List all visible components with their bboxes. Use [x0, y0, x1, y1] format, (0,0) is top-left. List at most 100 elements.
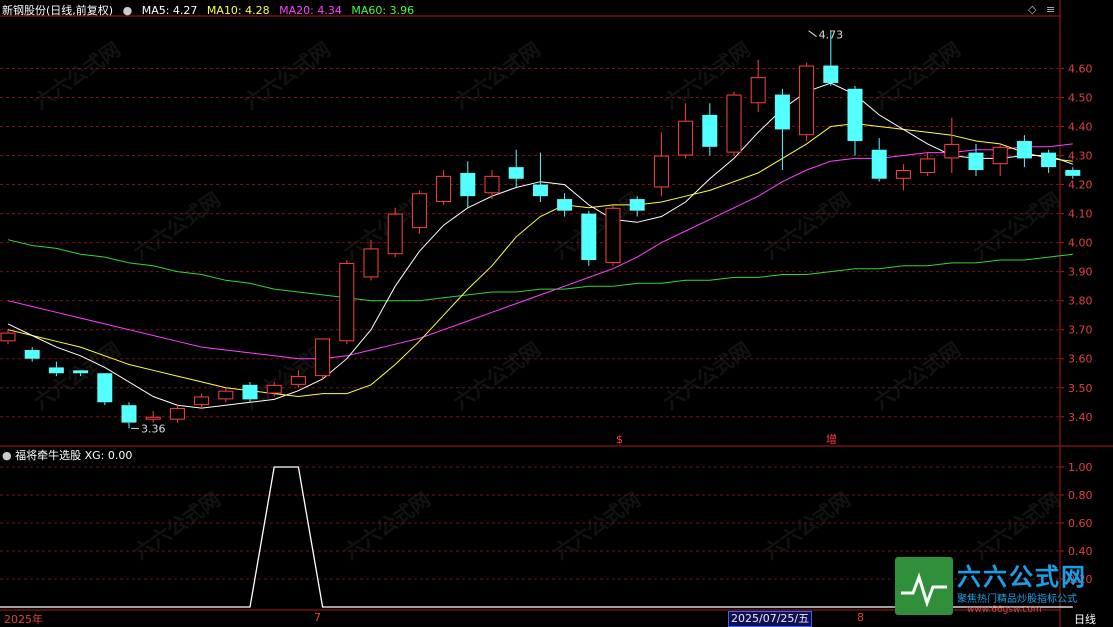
candle-body	[460, 172, 476, 197]
candle-body	[750, 77, 766, 104]
candle	[920, 152, 936, 176]
price-tick-label: 4.20	[1068, 179, 1093, 192]
candle-body	[73, 370, 89, 374]
price-tick-label: 4.60	[1068, 62, 1093, 75]
candle-body	[847, 88, 863, 142]
candle	[557, 193, 573, 217]
price-tick-label: 4.40	[1068, 121, 1093, 134]
candle	[799, 62, 815, 142]
site-logo: 六六公式网 聚焦热门精品炒股指标公式 www.66gsw.com	[895, 557, 1109, 617]
candle	[24, 347, 40, 362]
indicator-header: ● 福将牵牛选股 XG: 0.00	[2, 447, 132, 463]
indicator-tick-label: 0.60	[1068, 517, 1093, 530]
chart-header: 新钢股份(日线,前复权) ● MA5: 4.27 MA10: 4.28 MA20…	[2, 2, 420, 18]
candle-body	[1065, 170, 1081, 176]
month-label-7: 7	[314, 611, 321, 624]
month-label-8: 8	[857, 611, 864, 624]
indicator-tick-label: 1.00	[1068, 461, 1093, 474]
candle	[1065, 167, 1081, 179]
logo-mark-icon	[895, 557, 953, 615]
watermark-text: 六六公式网	[449, 337, 545, 414]
price-tick-label: 3.40	[1068, 411, 1093, 424]
pulse-icon	[901, 572, 947, 608]
candle-body	[726, 94, 742, 153]
candle-body	[871, 149, 887, 179]
candle	[0, 329, 16, 345]
ma60-label: MA60: 3.96	[351, 4, 415, 17]
candle-body	[653, 155, 669, 188]
candle	[436, 170, 452, 205]
price-tick-label: 4.10	[1068, 208, 1093, 221]
ma20-label: MA20: 4.34	[279, 4, 342, 17]
candle-body	[702, 114, 718, 147]
stock-title: 新钢股份(日线,前复权)	[2, 4, 114, 17]
candle-body	[290, 376, 306, 385]
candle	[460, 161, 476, 208]
watermark-text: 六六公式网	[659, 337, 755, 414]
candle	[702, 103, 718, 156]
candle-body	[968, 152, 984, 171]
candle	[581, 210, 597, 266]
candle	[387, 207, 403, 258]
candle	[339, 260, 355, 345]
candle-body	[508, 167, 524, 179]
candle-body	[678, 120, 694, 156]
candle	[847, 85, 863, 156]
signal-marker-zeng: 增	[826, 432, 837, 446]
year-label: 2025年	[4, 613, 43, 626]
ma10-label: MA10: 4.28	[206, 4, 270, 17]
price-tick-label: 3.90	[1068, 266, 1093, 279]
candle-body	[1041, 152, 1057, 168]
candle	[653, 132, 669, 197]
price-tick-label: 3.50	[1068, 382, 1093, 395]
price-tick-label: 4.30	[1068, 150, 1093, 163]
candle-body	[581, 213, 597, 261]
candle	[605, 204, 621, 266]
watermark-text: 六六公式网	[759, 487, 855, 564]
kline-chart[interactable]: 六六公式网 六六公式网 六六公式网 六六公式网 六六公式网六六公式网 六六公式网 六六公式网…	[0, 0, 1113, 627]
chevron-down-icon[interactable]: ●	[123, 4, 133, 17]
candle	[871, 138, 887, 182]
candle-body	[605, 207, 621, 263]
diamond-icon[interactable]: ◇	[1028, 3, 1036, 16]
signal-marker-s: $	[616, 433, 623, 446]
logo-name: 六六公式网	[957, 563, 1087, 591]
candle-body	[557, 199, 573, 211]
candle-body	[532, 184, 548, 197]
candle-body	[920, 158, 936, 173]
logo-url: www.66gsw.com	[967, 605, 1042, 615]
annotation-leader	[808, 30, 817, 38]
candle-body	[1016, 141, 1032, 159]
watermark-text: 六六公式网	[549, 487, 645, 564]
candle-body	[363, 248, 379, 278]
candle	[411, 190, 427, 234]
watermark-text: 六六公式网	[969, 487, 1065, 564]
candle-body	[121, 405, 137, 423]
candle	[218, 387, 234, 403]
watermark-text: 六六公式网	[759, 187, 855, 264]
candle-body	[992, 146, 1008, 165]
price-tick-label: 3.80	[1068, 295, 1093, 308]
annotation-label: 3.36	[141, 422, 166, 435]
candle-body	[169, 408, 185, 420]
price-tick-label: 3.70	[1068, 324, 1093, 337]
candle-body	[48, 367, 64, 374]
candle-body	[24, 350, 40, 359]
candle	[194, 393, 210, 409]
menu-icon[interactable]: ≡	[1046, 3, 1055, 16]
candle-body	[315, 338, 331, 377]
indicator-title: 福将牵牛选股	[15, 449, 82, 462]
candle	[1016, 135, 1032, 168]
candle-body	[266, 384, 282, 394]
price-tick-label: 4.50	[1068, 91, 1093, 104]
candle	[121, 402, 137, 429]
candle	[532, 152, 548, 202]
cursor-date-label: 2025/07/25/五	[728, 611, 813, 627]
xg-value-label: XG: 0.00	[84, 449, 133, 462]
chevron-down-icon[interactable]: ●	[2, 449, 12, 462]
candle	[678, 103, 694, 159]
candle	[169, 405, 185, 423]
price-tick-label: 4.00	[1068, 237, 1093, 250]
candle-body	[411, 193, 427, 229]
candle-body	[97, 373, 113, 403]
